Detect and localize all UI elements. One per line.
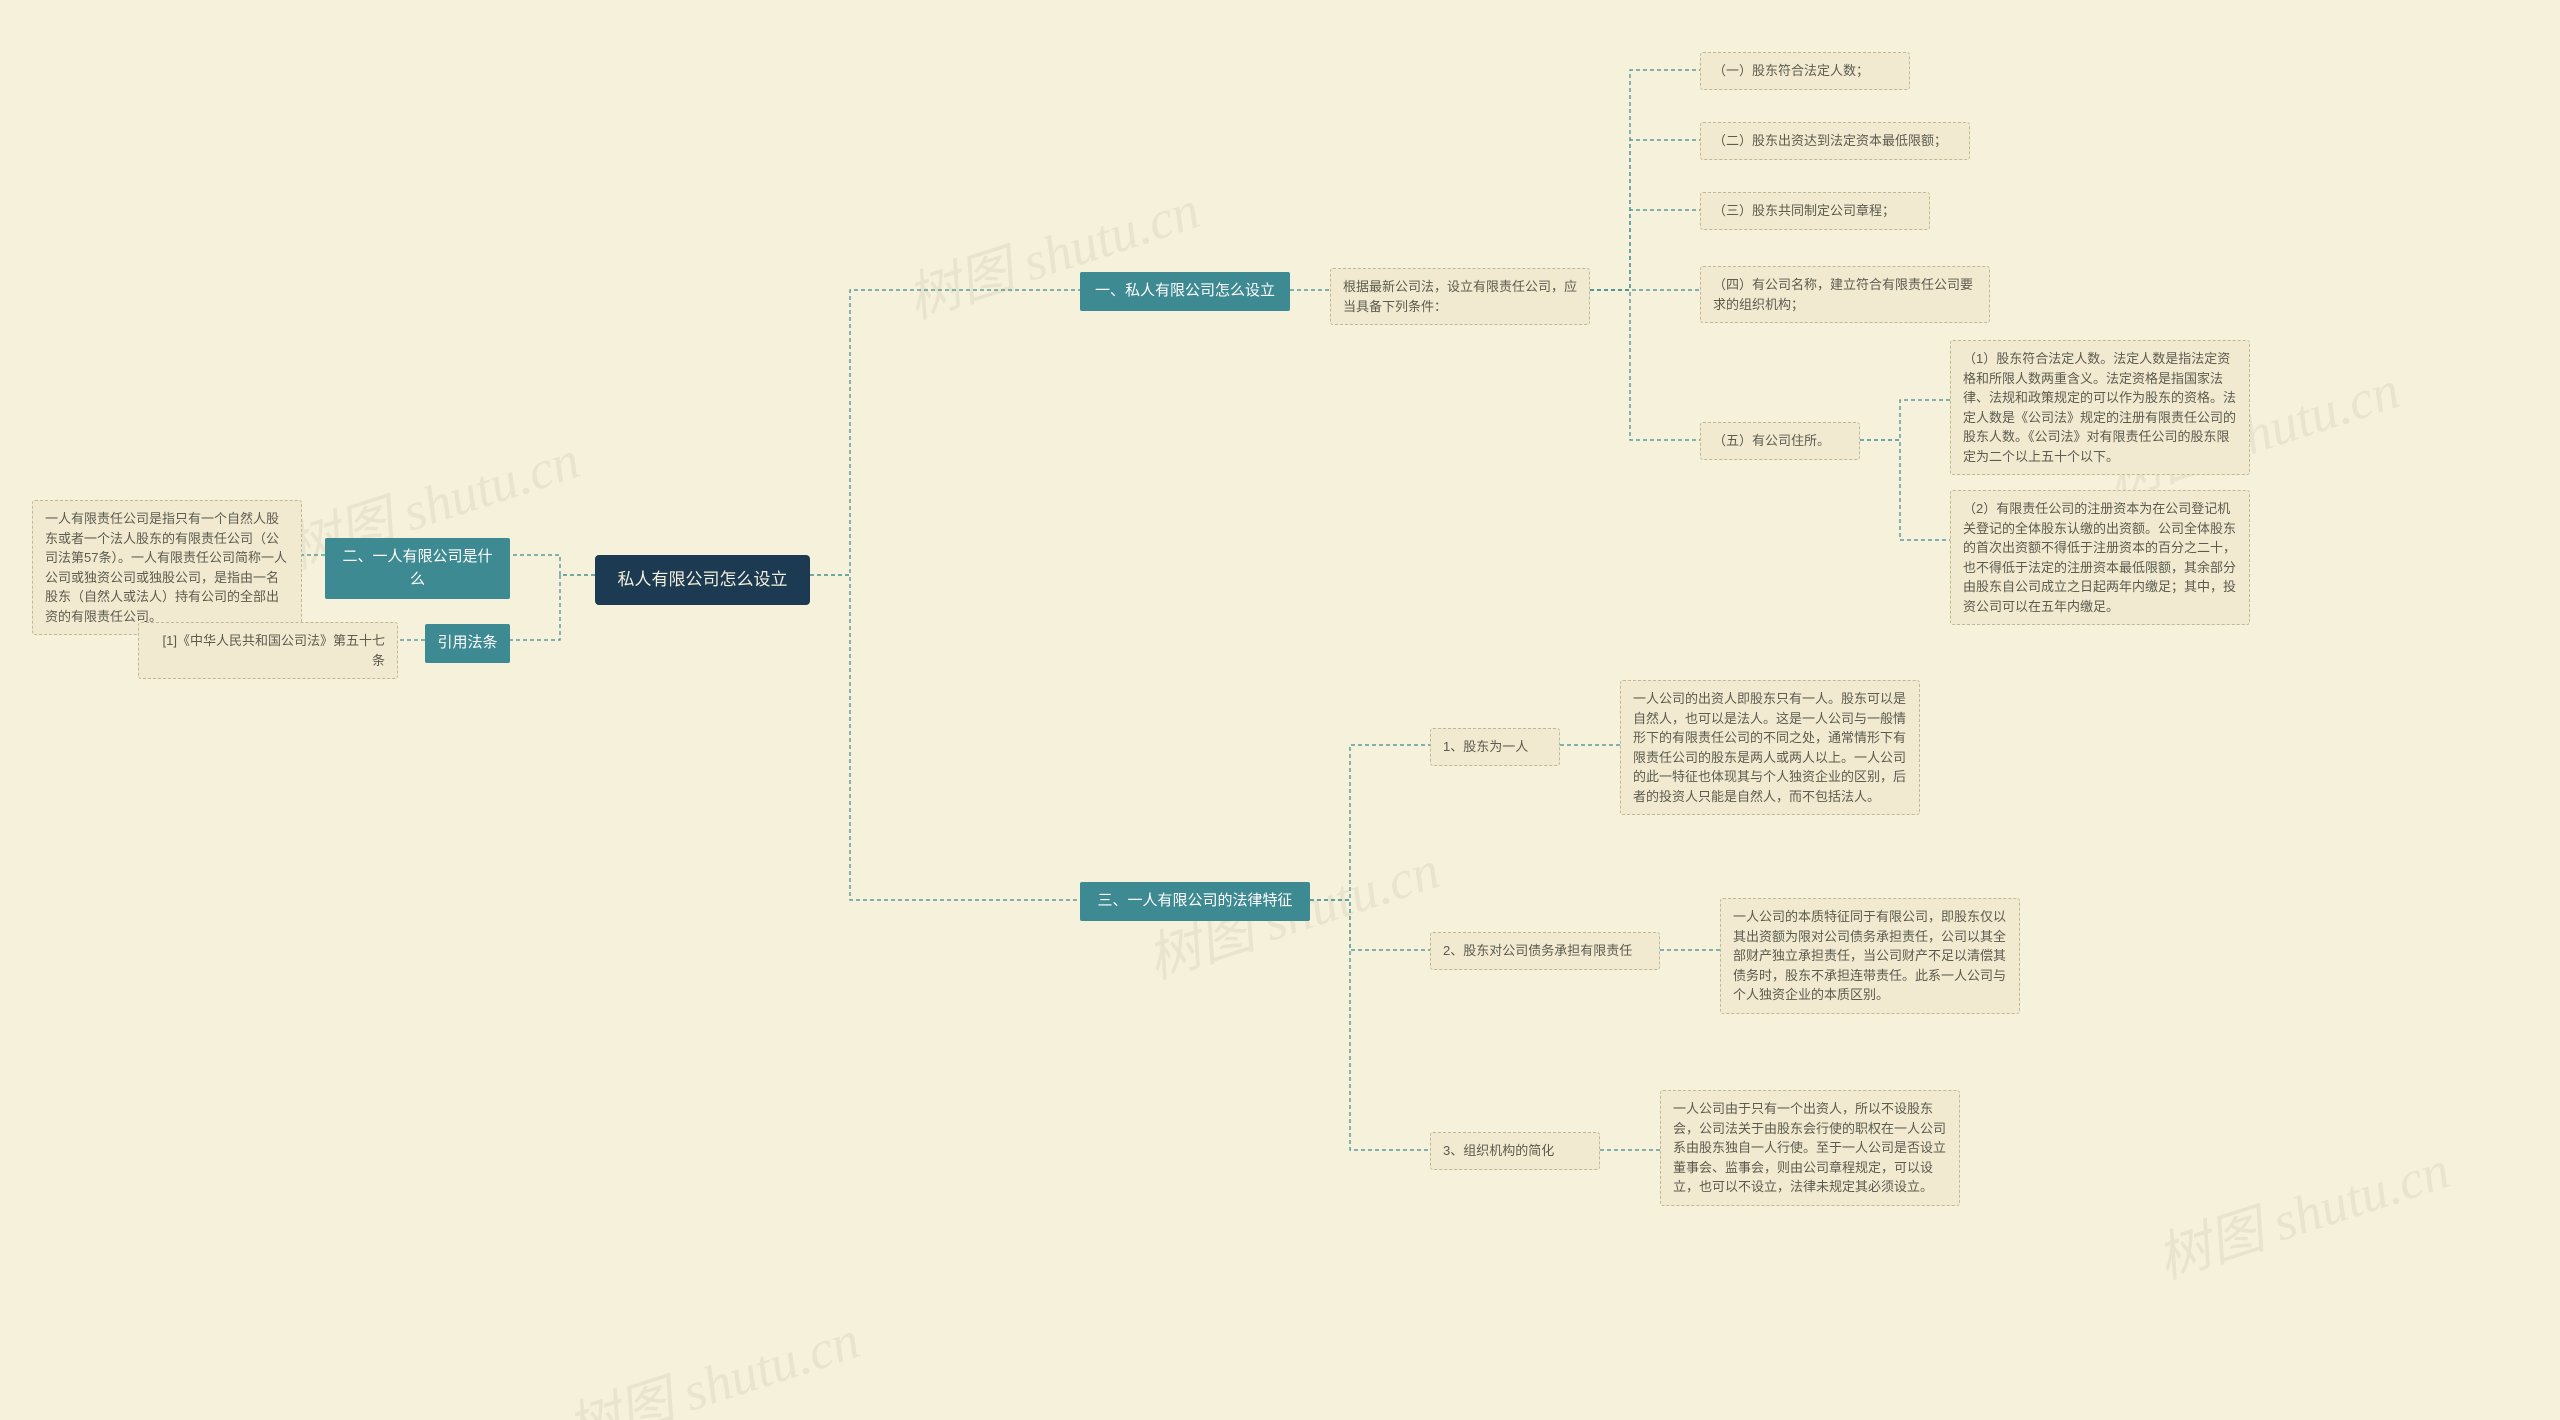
branch-cite-desc: [1]《中华人民共和国公司法》第五十七条 xyxy=(138,622,398,679)
b1-item-1: （一）股东符合法定人数； xyxy=(1700,52,1910,90)
branch-2-desc: 一人有限责任公司是指只有一个自然人股东或者一个法人股东的有限责任公司（公司法第5… xyxy=(32,500,302,635)
b1-item-5b: （2）有限责任公司的注册资本为在公司登记机关登记的全体股东认缴的出资额。公司全体… xyxy=(1950,490,2250,625)
b3-t1: 1、股东为一人 xyxy=(1430,728,1560,766)
b1-item-4: （四）有公司名称，建立符合有限责任公司要求的组织机构； xyxy=(1700,266,1990,323)
watermark: 树图 shutu.cn xyxy=(2145,1125,2458,1294)
root-node[interactable]: 私人有限公司怎么设立 xyxy=(595,555,810,605)
watermark: 树图 shutu.cn xyxy=(555,1295,868,1420)
b1-item-5: （五）有公司住所。 xyxy=(1700,422,1860,460)
connector-lines xyxy=(0,0,2560,1420)
mindmap-canvas: 树图 shutu.cn 树图 shutu.cn 树图 shutu.cn 树图 s… xyxy=(0,0,2560,1420)
b3-t2: 2、股东对公司债务承担有限责任 xyxy=(1430,932,1660,970)
b3-d3: 一人公司由于只有一个出资人，所以不设股东会，公司法关于由股东会行使的职权在一人公… xyxy=(1660,1090,1960,1206)
b3-t3: 3、组织机构的简化 xyxy=(1430,1132,1600,1170)
b1-item-5a: （1）股东符合法定人数。法定人数是指法定资格和所限人数两重含义。法定资格是指国家… xyxy=(1950,340,2250,475)
branch-1-intro: 根据最新公司法，设立有限责任公司，应当具备下列条件： xyxy=(1330,268,1590,325)
b1-item-2: （二）股东出资达到法定资本最低限额； xyxy=(1700,122,1970,160)
b3-d2: 一人公司的本质特征同于有限公司，即股东仅以其出资额为限对公司债务承担责任，公司以… xyxy=(1720,898,2020,1014)
branch-cite[interactable]: 引用法条 xyxy=(425,624,510,663)
b1-item-3: （三）股东共同制定公司章程； xyxy=(1700,192,1930,230)
branch-2[interactable]: 二、一人有限公司是什么 xyxy=(325,538,510,599)
b3-d1: 一人公司的出资人即股东只有一人。股东可以是自然人，也可以是法人。这是一人公司与一… xyxy=(1620,680,1920,815)
branch-3[interactable]: 三、一人有限公司的法律特征 xyxy=(1080,882,1310,921)
branch-1[interactable]: 一、私人有限公司怎么设立 xyxy=(1080,272,1290,311)
